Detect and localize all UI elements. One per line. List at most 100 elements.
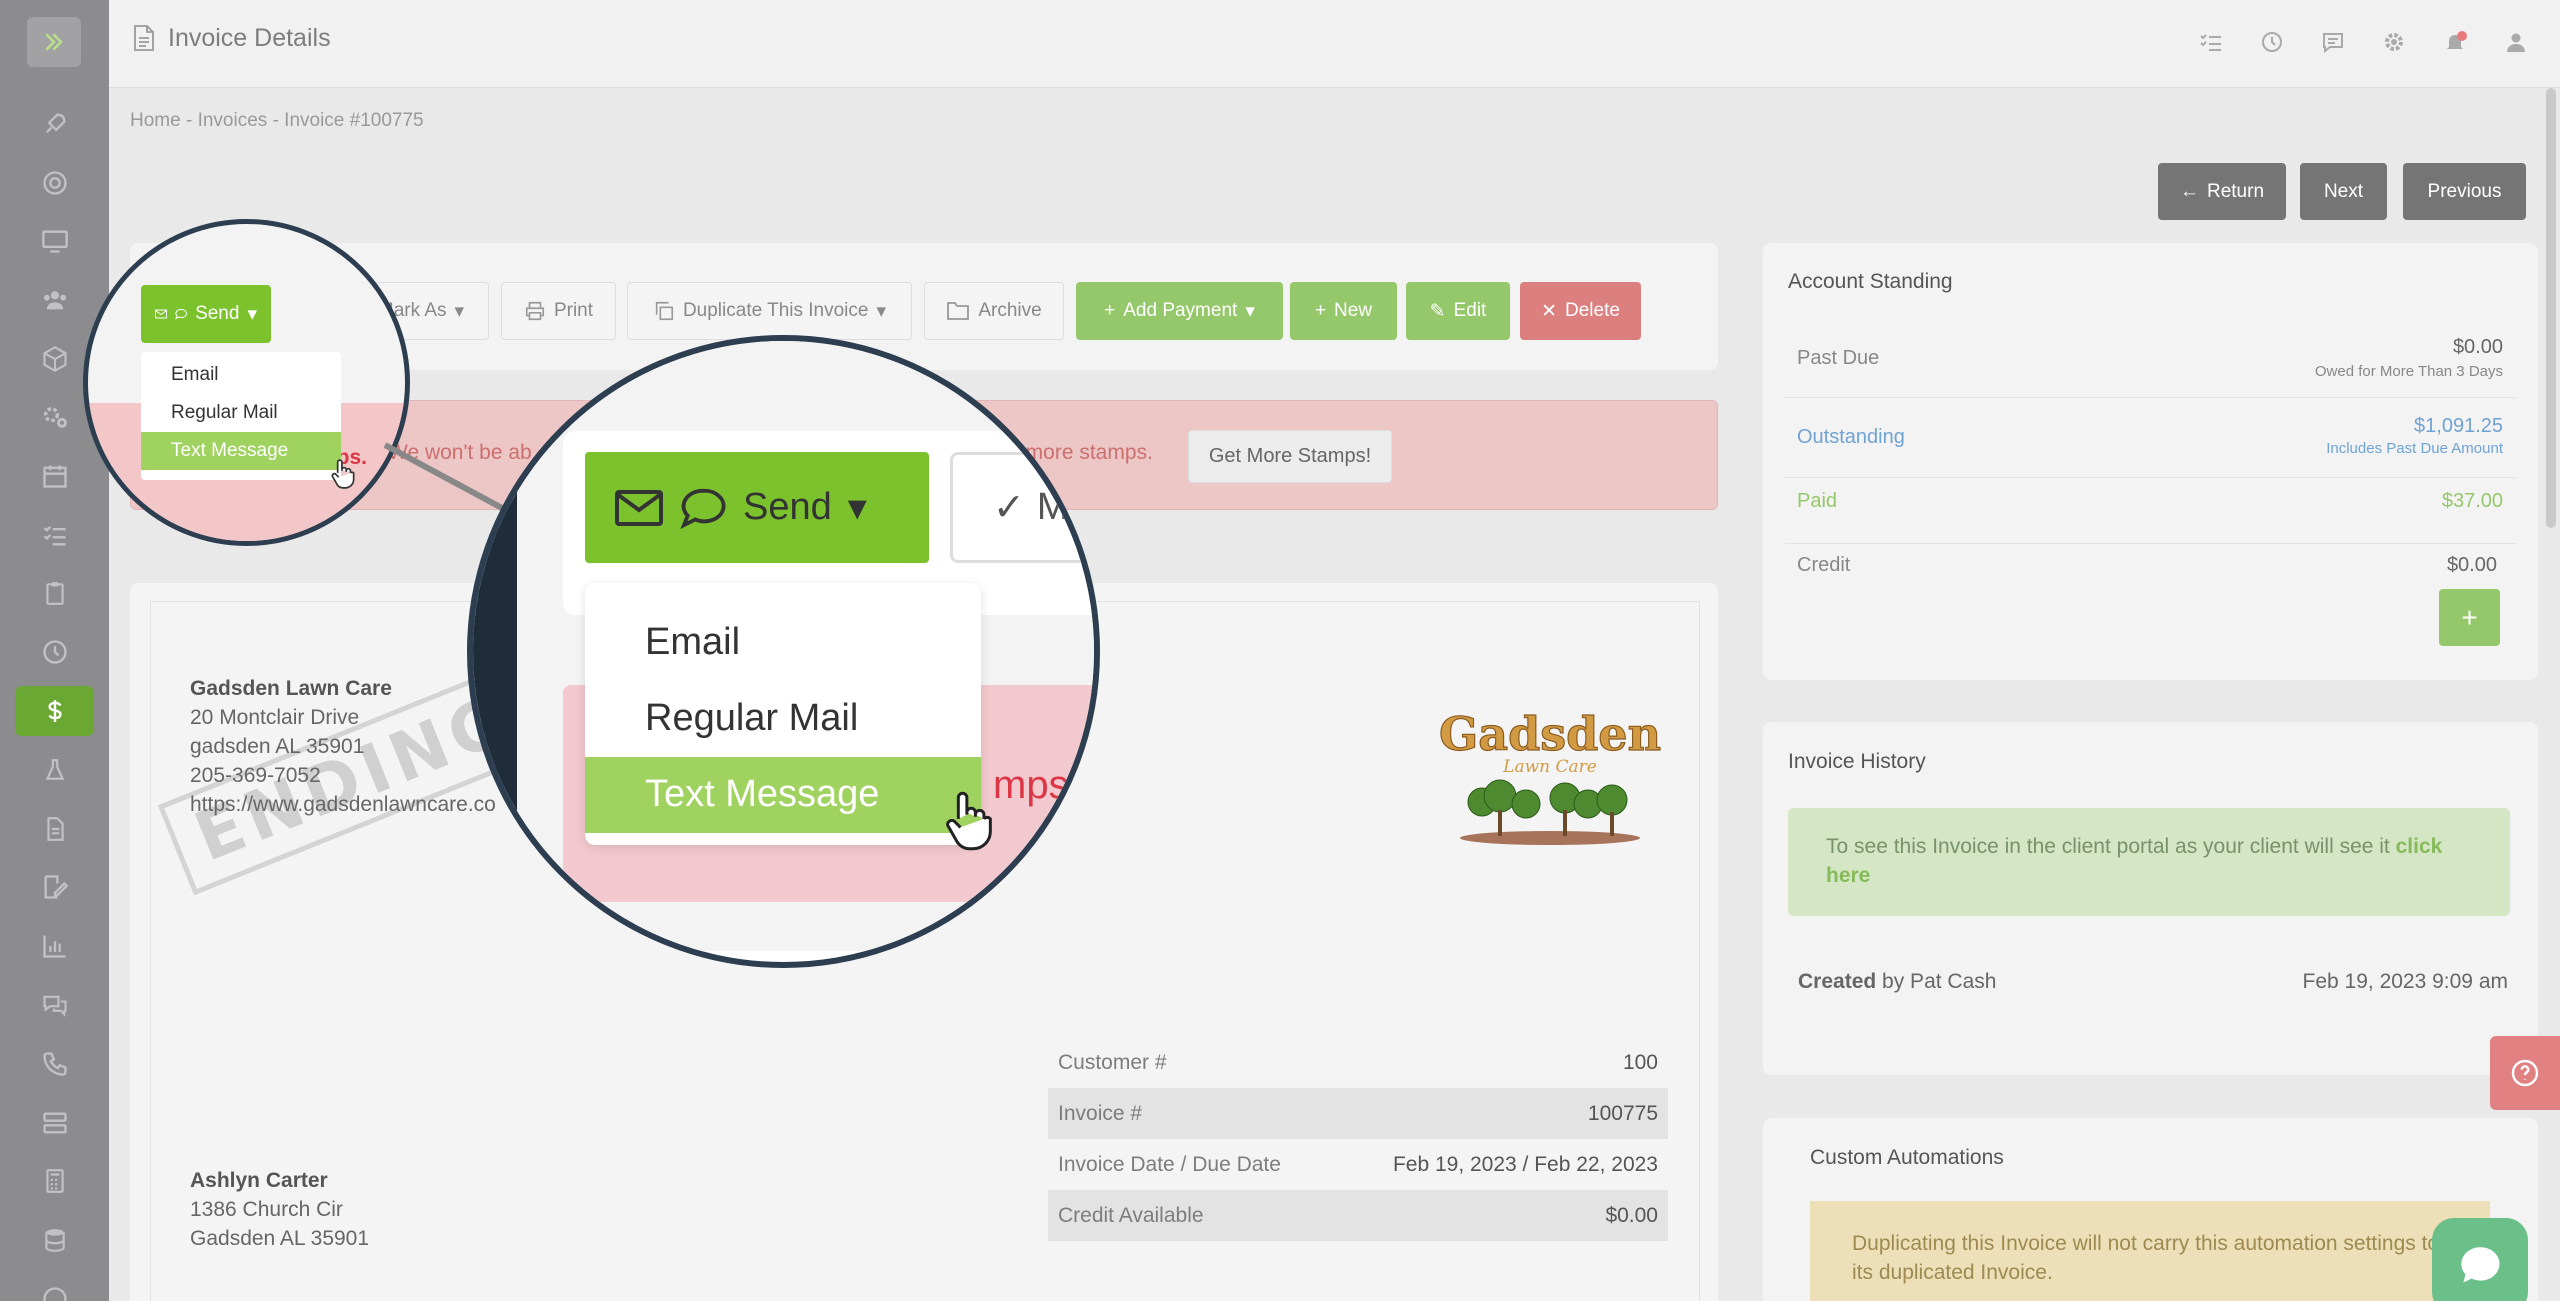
plus-icon: + xyxy=(1314,300,1327,321)
calculator-icon xyxy=(45,1169,64,1193)
users-icon xyxy=(43,291,66,310)
sidebar-item-calendar[interactable] xyxy=(15,451,94,501)
breadcrumb-current: Invoice #100775 xyxy=(284,110,424,131)
checklist-icon xyxy=(2200,34,2221,51)
pencil-icon: ✎ xyxy=(1429,300,1446,322)
time-button[interactable] xyxy=(2258,28,2286,56)
box-icon xyxy=(42,346,67,372)
caret-down-icon: ▾ xyxy=(454,300,465,322)
sms-icon xyxy=(680,488,726,529)
sidebar-item-database[interactable] xyxy=(15,1215,94,1265)
breadcrumb-invoices[interactable]: Invoices xyxy=(198,110,268,131)
sidebar-item-support[interactable] xyxy=(15,158,94,208)
chat-widget-button[interactable] xyxy=(2432,1218,2528,1301)
settings-button[interactable] xyxy=(2380,28,2408,56)
sidebar-item-clipboard[interactable] xyxy=(15,568,94,618)
hand-cursor-icon xyxy=(331,459,355,489)
send-button[interactable]: Send ▾ xyxy=(141,285,271,343)
menu-item-text-message[interactable]: Text Message xyxy=(585,757,981,833)
gear-icon xyxy=(2385,33,2403,51)
sidebar-item-reports[interactable] xyxy=(15,921,94,971)
past-due-row: Past Due $0.00 Owed for More Than 3 Days xyxy=(1785,323,2515,398)
printer-icon xyxy=(525,301,545,321)
outstanding-link[interactable]: Outstanding xyxy=(1797,426,1905,449)
dollar-icon xyxy=(47,700,62,722)
outstanding-row: Outstanding $1,091.25 Includes Past Due … xyxy=(1785,400,2515,478)
profile-button[interactable] xyxy=(2502,28,2530,56)
document-icon xyxy=(46,817,64,841)
sidebar-item-more[interactable] xyxy=(15,1274,94,1301)
next-button[interactable]: Next xyxy=(2300,163,2387,220)
menu-item-regular-mail[interactable]: Regular Mail xyxy=(141,394,341,432)
sidebar-item-time[interactable] xyxy=(15,627,94,677)
client-name: Ashlyn Carter xyxy=(190,1169,328,1192)
flask-icon xyxy=(45,759,64,780)
sidebar-item-storage[interactable] xyxy=(15,1098,94,1148)
sidebar-toggle-button[interactable] xyxy=(27,17,81,67)
sidebar-item-contracts[interactable] xyxy=(15,862,94,912)
print-button[interactable]: Print xyxy=(501,282,616,340)
mark-as-button-zoomed[interactable]: ✓ M xyxy=(950,452,1094,563)
sidebar-item-settings[interactable] xyxy=(15,392,94,442)
sidebar-item-calls[interactable] xyxy=(15,1039,94,1089)
signature-icon xyxy=(44,875,68,899)
topbar-icons xyxy=(2197,28,2530,56)
hand-cursor-icon xyxy=(946,791,992,851)
invoice-meta-table: Customer #100 Invoice #100775 Invoice Da… xyxy=(1048,1037,1668,1241)
menu-item-regular-mail[interactable]: Regular Mail xyxy=(585,681,981,755)
client-info: Ashlyn Carter 1386 Church Cir Gadsden AL… xyxy=(190,1166,369,1253)
delete-button[interactable]: ✕ Delete xyxy=(1520,282,1641,340)
company-address2: gadsden AL 35901 xyxy=(190,735,365,758)
copy-icon xyxy=(655,301,674,321)
plus-icon: + xyxy=(1104,300,1116,321)
table-row: Invoice #100775 xyxy=(1048,1088,1668,1139)
duplicate-button[interactable]: Duplicate This Invoice ▾ xyxy=(627,282,912,340)
server-icon xyxy=(42,1112,67,1134)
get-more-stamps-button[interactable]: Get More Stamps! xyxy=(1188,430,1392,483)
help-button[interactable] xyxy=(2490,1036,2560,1110)
question-icon xyxy=(2511,1059,2539,1087)
rocket-icon xyxy=(45,113,66,133)
client-address1: 1386 Church Cir xyxy=(190,1198,343,1221)
account-standing-title: Account Standing xyxy=(1788,270,1953,293)
menu-item-email[interactable]: Email xyxy=(585,605,981,679)
breadcrumb-home[interactable]: Home xyxy=(130,110,181,131)
sidebar-item-calculator[interactable] xyxy=(15,1156,94,1206)
edit-button[interactable]: ✎ Edit xyxy=(1406,282,1510,340)
circle-icon xyxy=(42,1287,67,1301)
sidebar-item-lab[interactable] xyxy=(15,745,94,795)
sidebar-item-messages[interactable] xyxy=(15,980,94,1030)
close-icon: ✕ xyxy=(1541,300,1557,322)
sidebar-item-invoices[interactable] xyxy=(15,686,94,736)
sidebar-item-rocket[interactable] xyxy=(15,99,94,149)
return-button[interactable]: ← Return xyxy=(2158,163,2286,220)
sidebar xyxy=(0,0,109,1301)
archive-button[interactable]: Archive xyxy=(924,282,1064,340)
sidebar-item-clients[interactable] xyxy=(15,275,94,325)
page-title: Invoice Details xyxy=(168,24,331,52)
custom-automations-title: Custom Automations xyxy=(1810,1146,2004,1169)
add-credit-button[interactable]: + xyxy=(2439,589,2500,646)
created-date: Feb 19, 2023 9:09 am xyxy=(2302,970,2508,993)
company-phone: 205-369-7052 xyxy=(190,764,321,787)
sidebar-item-dashboard[interactable] xyxy=(15,216,94,266)
menu-item-text-message[interactable]: Text Message xyxy=(141,432,341,470)
new-button[interactable]: + New xyxy=(1290,282,1397,340)
previous-button[interactable]: Previous xyxy=(2403,163,2526,220)
notifications-button[interactable] xyxy=(2441,28,2469,56)
table-row: Credit Available $0.00 xyxy=(1048,1190,1668,1241)
portal-notice: To see this Invoice in the client portal… xyxy=(1788,808,2510,916)
clipboard-icon xyxy=(45,582,64,605)
send-dropdown-menu: Email Regular Mail Text Message xyxy=(141,352,341,480)
send-button-zoomed[interactable]: Send ▾ xyxy=(585,452,929,563)
sidebar-item-documents[interactable] xyxy=(15,804,94,854)
large-magnifier: mps. Send ▾ ✓ M Email Regular Mail Text Me… xyxy=(467,335,1100,968)
sidebar-item-tasks[interactable] xyxy=(15,510,94,560)
invoice-history-title: Invoice History xyxy=(1788,750,1926,773)
menu-item-email[interactable]: Email xyxy=(141,356,341,394)
add-payment-button[interactable]: + Add Payment ▾ xyxy=(1076,282,1283,340)
chat-button[interactable] xyxy=(2319,28,2347,56)
scrollbar[interactable] xyxy=(2546,88,2556,528)
tasks-button[interactable] xyxy=(2197,28,2225,56)
document-icon xyxy=(134,25,154,51)
